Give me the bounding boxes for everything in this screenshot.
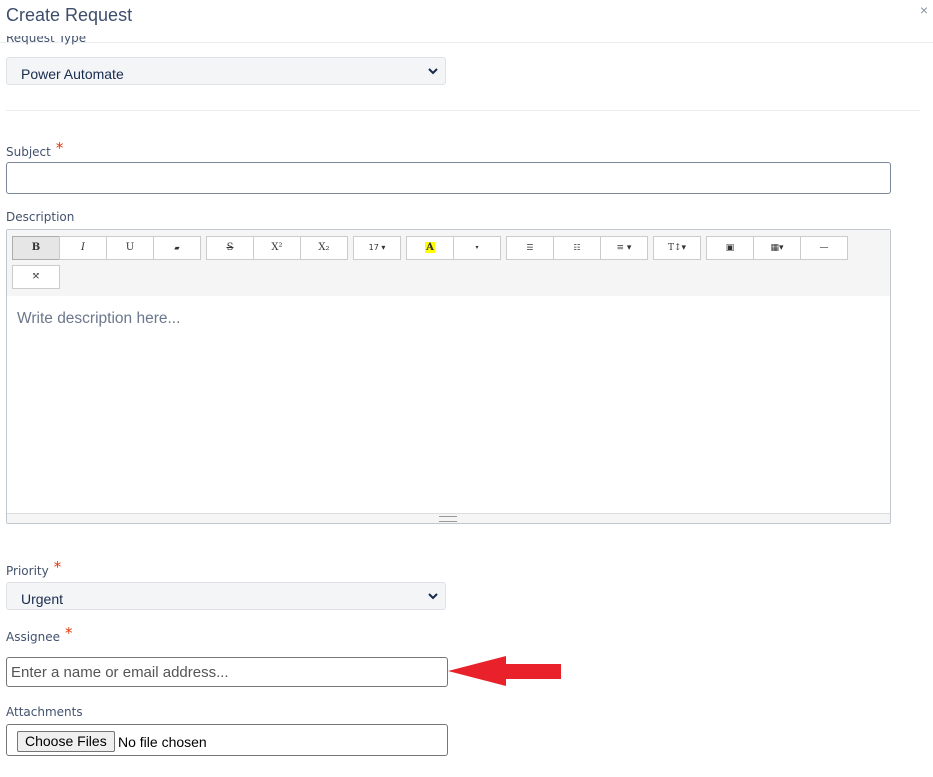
fullscreen-button[interactable]: ⤧: [12, 265, 60, 289]
attachments-label: Attachments: [6, 705, 83, 719]
file-status: No file chosen: [118, 734, 207, 750]
description-placeholder: Write description here...: [17, 310, 181, 327]
picture-button[interactable]: ▣: [706, 236, 754, 260]
chevron-down-icon: [428, 593, 438, 600]
editor-resize-handle[interactable]: [7, 513, 890, 523]
strikethrough-button[interactable]: S: [206, 236, 254, 260]
attachments-field: Choose Files No file chosen: [6, 724, 448, 756]
description-editor: B I U ▰ S X² X₂ 17 ▾ A ▾ ☰ ☷ ≡ ▾ T↕▾ ▣ ▦…: [6, 229, 891, 524]
style-dropdown[interactable]: T↕▾: [653, 236, 701, 260]
assignee-input[interactable]: Enter a name or email address...: [6, 657, 448, 687]
ordered-list-button[interactable]: ☷: [553, 236, 601, 260]
subject-input[interactable]: [6, 162, 891, 194]
request-type-label: Request Type: [6, 36, 87, 45]
priority-select[interactable]: Urgent: [6, 582, 446, 610]
required-mark: *: [65, 624, 73, 642]
horizontal-rule-button[interactable]: —: [800, 236, 848, 260]
italic-button[interactable]: I: [59, 236, 107, 260]
table-dropdown[interactable]: ▦▾: [753, 236, 801, 260]
clear-format-button[interactable]: ▰: [153, 236, 201, 260]
section-divider: [6, 110, 920, 111]
description-label: Description: [6, 210, 75, 224]
align-dropdown[interactable]: ≡ ▾: [600, 236, 648, 260]
unordered-list-button[interactable]: ☰: [506, 236, 554, 260]
priority-label: Priority *: [6, 558, 62, 578]
superscript-button[interactable]: X²: [253, 236, 301, 260]
editor-content-area[interactable]: Write description here...: [7, 296, 890, 513]
bold-button[interactable]: B: [12, 236, 60, 260]
color-dropdown-button[interactable]: ▾: [453, 236, 501, 260]
priority-value: Urgent: [21, 591, 64, 607]
text-color-icon: A: [425, 242, 435, 253]
request-type-value: Power Automate: [21, 66, 124, 82]
red-arrow-annotation: [448, 656, 561, 686]
text-color-button[interactable]: A: [406, 236, 454, 260]
subject-label: Subject *: [6, 139, 64, 159]
chevron-down-icon: [428, 68, 438, 75]
font-size-dropdown[interactable]: 17 ▾: [353, 236, 401, 260]
request-type-select[interactable]: Power Automate: [6, 57, 446, 85]
dialog-title: Create Request: [6, 5, 133, 25]
assignee-label: Assignee *: [6, 624, 73, 644]
grip-icon: [439, 516, 457, 522]
dialog-header: Create Request ×: [0, 0, 933, 43]
choose-files-button[interactable]: Choose Files: [17, 731, 115, 752]
underline-button[interactable]: U: [106, 236, 154, 260]
required-mark: *: [53, 558, 62, 576]
editor-toolbar: B I U ▰ S X² X₂ 17 ▾ A ▾ ☰ ☷ ≡ ▾ T↕▾ ▣ ▦…: [7, 230, 890, 297]
subscript-button[interactable]: X₂: [300, 236, 348, 260]
assignee-placeholder: Enter a name or email address...: [11, 664, 229, 681]
close-icon[interactable]: ×: [920, 2, 928, 18]
required-mark: *: [55, 139, 64, 157]
